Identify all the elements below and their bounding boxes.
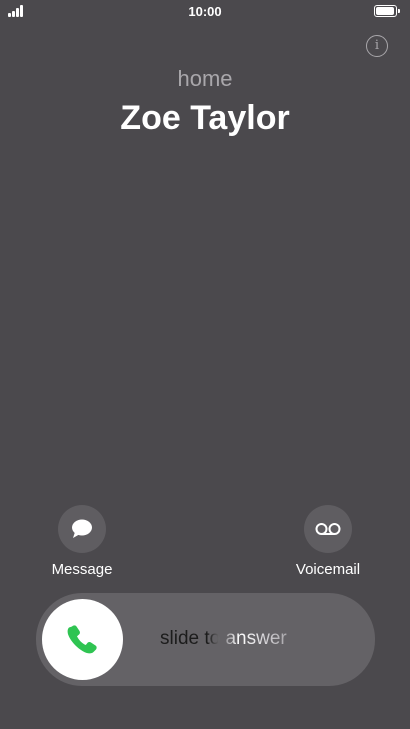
voicemail-label: Voicemail [295, 561, 361, 578]
slide-to-answer-text: slide to answer [160, 628, 287, 649]
caller-name: Zoe Taylor [120, 99, 290, 137]
status-bar: 10:00 [0, 0, 410, 24]
message-label: Message [51, 561, 113, 578]
battery-full-icon [374, 5, 400, 17]
voicemail-button[interactable]: Voicemail [278, 505, 378, 578]
message-button[interactable]: Message [32, 505, 132, 578]
voicemail-icon[interactable] [304, 505, 352, 553]
caller-label: home [177, 66, 233, 91]
status-time: 10:00 [188, 4, 222, 19]
message-bubble-icon[interactable] [58, 505, 106, 553]
incoming-call-screen: 10:00 i home Zoe Taylor Message Voicemai… [0, 0, 410, 729]
slide-to-answer-slider[interactable]: slide to answer [36, 593, 375, 686]
info-icon[interactable]: i [366, 35, 388, 57]
phone-icon [67, 625, 97, 654]
answer-knob[interactable] [42, 599, 123, 680]
